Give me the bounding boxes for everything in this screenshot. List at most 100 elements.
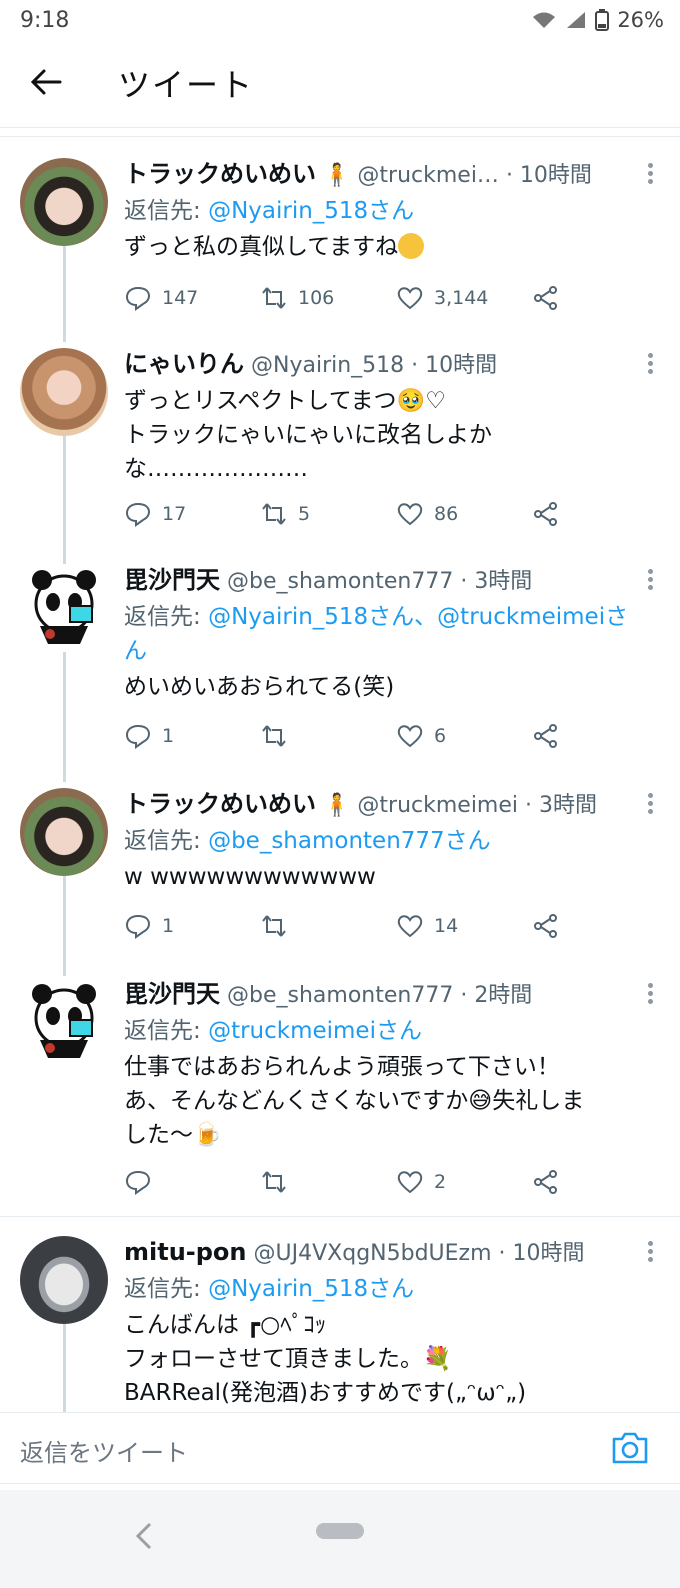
handle[interactable]: @truckmeimei [357,793,518,818]
reply-button[interactable] [124,1166,260,1198]
divider [0,1216,680,1217]
tweet-text-line: こんばんは ┏○ﾍﾟｺｯ [124,1312,327,1338]
tweet-actions: 147 106 3,144 [124,282,584,314]
display-name[interactable]: トラックめいめい [124,160,316,188]
reply-mention[interactable]: @Nyairin_518さん、@truckmeimeiさ [208,604,628,630]
timestamp[interactable]: · 10時間 [499,1241,585,1266]
thread-line [63,246,66,342]
reply-label: 返信先: [124,828,201,854]
share-button[interactable] [532,282,560,314]
tweet-text: w wwwwwwwwwwww [124,864,376,890]
reply-icon [125,914,151,939]
share-button[interactable] [532,720,560,752]
retweet-button[interactable]: 106 [260,282,396,314]
retweet-button[interactable]: 5 [260,498,396,530]
like-button[interactable]: 3,144 [396,282,532,314]
avatar[interactable] [20,978,108,1066]
handle[interactable]: @Nyairin_518 [251,353,404,378]
sweat-smile-emoji-icon [398,233,425,259]
reply-icon [125,286,151,311]
reply-icon [125,502,151,527]
panda-icon [32,984,96,1058]
tweet-text-line: 仕事ではあおられんよう頑張って下さい！ [124,1054,560,1080]
timestamp[interactable]: · 10時間 [411,353,497,378]
share-button[interactable] [532,1166,560,1198]
tweet-text-line: BARReal(発泡酒)おすすめです(„ᵔωᵔ„) [124,1380,527,1406]
reply-button[interactable]: 147 [124,282,260,314]
reply-composer[interactable]: 返信をツイート [0,1412,680,1484]
like-button[interactable]: 2 [396,1166,532,1198]
reply-button[interactable]: 1 [124,720,260,752]
retweet-button[interactable] [260,1166,396,1198]
timestamp[interactable]: · 3時間 [525,793,597,818]
reply-mention[interactable]: @Nyairin_518さん [208,1276,414,1302]
avatar[interactable] [20,348,108,436]
like-button[interactable]: 86 [396,498,532,530]
retweet-icon [262,503,286,525]
heart-icon [397,725,423,748]
avatar[interactable] [20,1236,108,1324]
reply-button[interactable]: 1 [124,910,260,942]
battery-icon [595,9,610,31]
timestamp[interactable]: · 2時間 [460,983,532,1008]
share-button[interactable] [532,498,560,530]
tweet-text: ずっと私の真似してますね [124,234,399,260]
nav-home-pill[interactable] [316,1523,364,1539]
thread-line [63,652,66,782]
status-time: 9:18 [20,8,70,33]
retweet-button[interactable] [260,720,396,752]
timestamp[interactable]: · 10時間 [506,163,592,188]
more-options-icon[interactable] [646,350,654,376]
display-name[interactable]: にゃいりん [124,350,244,378]
wifi-icon [533,12,556,28]
reply-input[interactable]: 返信をツイート [20,1433,188,1468]
reply-mention[interactable]: @Nyairin_518さん [208,198,414,224]
status-bar: 9:18 26% [0,0,680,44]
tweet-actions: 17 5 86 [124,498,584,530]
back-arrow-icon[interactable] [28,64,64,100]
display-name[interactable]: トラックめいめい [124,790,316,818]
reply-mention-cont[interactable]: ん [124,638,147,664]
retweet-icon [262,915,286,937]
handle[interactable]: @UJ4VXqgN5bdUEzm [254,1241,492,1266]
reply-label: 返信先: [124,1276,201,1302]
more-options-icon[interactable] [646,790,654,816]
timestamp[interactable]: · 3時間 [460,569,532,594]
display-name[interactable]: mitu-pon [124,1238,247,1266]
reply-mention[interactable]: @truckmeimeiさん [208,1018,422,1044]
avatar[interactable] [20,788,108,876]
camera-icon[interactable] [610,1429,650,1467]
reply-button[interactable]: 17 [124,498,260,530]
battery-percent: 26% [617,8,664,32]
nav-back-icon[interactable] [130,1516,160,1556]
heart-icon [397,503,423,526]
tweet-text-line: した〜🍺 [124,1122,222,1148]
retweet-button[interactable] [260,910,396,942]
person-emoji-icon: 🧍 [323,793,351,818]
handle[interactable]: @be_shamonten777 [227,983,453,1008]
more-options-icon[interactable] [646,1238,654,1264]
panda-icon [32,570,96,644]
avatar[interactable] [20,564,108,652]
like-button[interactable]: 14 [396,910,532,942]
like-button[interactable]: 6 [396,720,532,752]
reply-mention[interactable]: @be_shamonten777さん [208,828,491,854]
reply-icon [125,724,151,749]
handle[interactable]: @truckmei… [357,163,499,188]
status-icons: 26% [531,8,664,32]
share-button[interactable] [532,910,560,942]
more-options-icon[interactable] [646,566,654,592]
handle[interactable]: @be_shamonten777 [227,569,453,594]
system-nav-bar [0,1490,680,1588]
display-name[interactable]: 毘沙門天 [124,566,220,594]
more-options-icon[interactable] [646,980,654,1006]
avatar[interactable] [20,158,108,246]
tweet-text-line: ずっとリスペクトしてまつ🥹♡ [124,388,446,414]
tweet-text-line: あ、そんなどんくさくないですか😅失礼しま [124,1088,585,1114]
person-emoji-icon: 🧍 [323,163,351,188]
more-options-icon[interactable] [646,160,654,186]
signal-icon [567,12,586,28]
heart-icon [397,915,423,938]
display-name[interactable]: 毘沙門天 [124,980,220,1008]
tweet-actions: 1 14 [124,910,584,942]
